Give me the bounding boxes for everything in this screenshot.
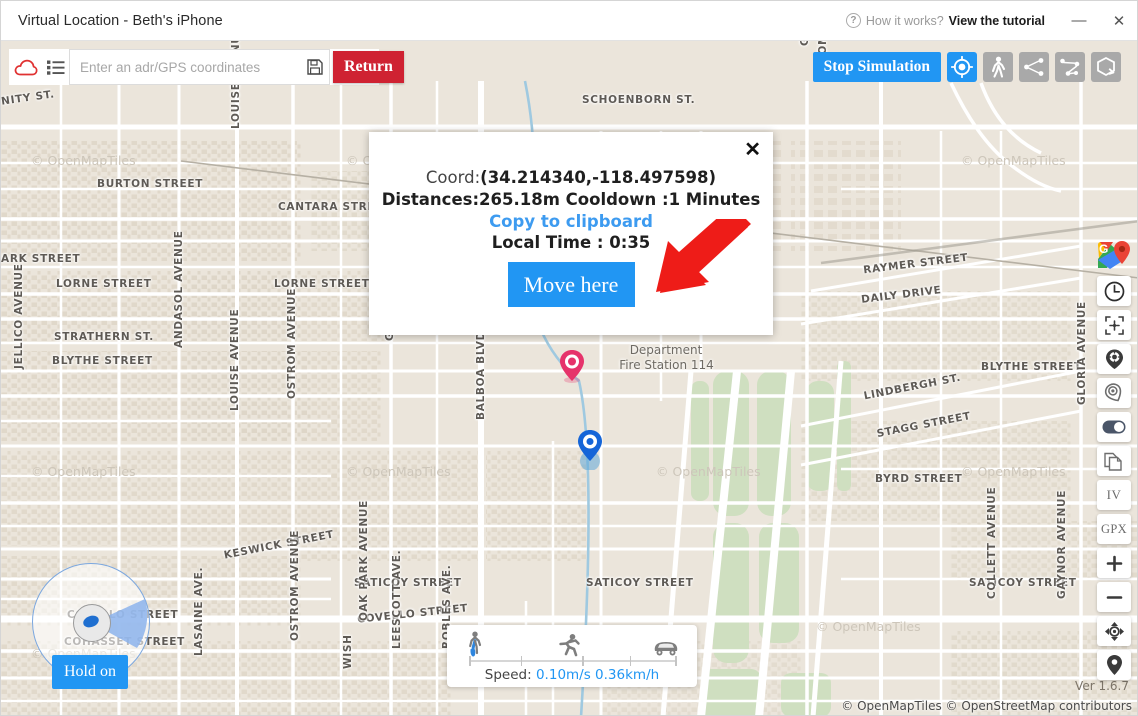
google-maps-icon: G (1098, 241, 1130, 269)
copy-pages-icon (1104, 452, 1122, 471)
how-it-works-label: How it works? (865, 13, 944, 28)
multi-spot-route-button[interactable] (1055, 52, 1085, 82)
title-bar-right: ? How it works? View the tutorial — ✕ (845, 1, 1137, 40)
loop-route-icon (1097, 56, 1115, 77)
save-location-button[interactable] (300, 49, 330, 85)
hold-on-button[interactable]: Hold on (52, 655, 128, 689)
list-icon[interactable] (43, 60, 69, 75)
popup-close-button[interactable]: ✕ (744, 140, 761, 160)
zoom-in-button[interactable] (1097, 548, 1131, 578)
search-toolbar: Return (9, 49, 404, 85)
multi-point-route-icon (1060, 58, 1080, 76)
gpx-button-label: GPX (1101, 521, 1127, 536)
google-maps-button[interactable]: G (1097, 238, 1131, 272)
target-mode-button[interactable] (947, 52, 977, 82)
move-here-button[interactable]: Move here (507, 262, 635, 307)
minus-icon (1106, 595, 1122, 599)
stop-simulation-button[interactable]: Stop Simulation (812, 52, 941, 82)
copy-to-clipboard-link[interactable]: Copy to clipboard (369, 212, 773, 231)
joystick-knob-indicator (81, 613, 101, 630)
history-button[interactable] (1097, 276, 1131, 306)
pin-remove-icon (1104, 383, 1122, 402)
map-pin-icon (1106, 655, 1122, 675)
slider-tick (582, 656, 584, 666)
plus-icon (1106, 555, 1122, 571)
loop-route-button[interactable] (1091, 52, 1121, 82)
window-controls: — ✕ (1059, 1, 1137, 40)
copy-button[interactable] (1097, 446, 1131, 476)
destination-marker[interactable] (559, 348, 585, 384)
iv-button[interactable]: IV (1097, 480, 1131, 510)
add-pin-button[interactable] (1097, 344, 1131, 374)
popup-distance-line: Distances:265.18m Cooldown :1 Minutes (381, 190, 761, 209)
pedestrian-icon (991, 56, 1006, 78)
version-label: Ver 1.6.7 (1075, 679, 1129, 693)
popup-local-time: Local Time : 0:35 (491, 233, 651, 252)
popup-coord-label: Coord: (425, 168, 481, 187)
speed-mode-icons (447, 625, 697, 657)
map-tools-sidebar: G IV GPX (1095, 238, 1133, 680)
popup-coord-value: (34.214340,-118.497598) (480, 168, 717, 187)
crosshair-target-icon (951, 56, 973, 78)
two-point-route-icon (1024, 58, 1044, 76)
help-area: ? How it works? View the tutorial (845, 13, 1045, 28)
current-location-marker[interactable] (575, 428, 605, 470)
toggle-button[interactable] (1097, 412, 1131, 442)
iv-button-label: IV (1106, 487, 1122, 502)
fit-bounds-button[interactable] (1097, 310, 1131, 340)
view-tutorial-link[interactable]: View the tutorial (949, 14, 1045, 28)
slider-tick (520, 656, 522, 666)
cloud-icon[interactable] (9, 59, 43, 76)
return-button[interactable]: Return (333, 51, 404, 83)
svg-text:G: G (1099, 242, 1108, 256)
speed-slider-track[interactable] (469, 656, 677, 666)
walking-person-icon[interactable] (465, 631, 485, 657)
map-attribution: © OpenMapTiles © OpenStreetMap contribut… (841, 699, 1132, 713)
close-button[interactable]: ✕ (1099, 1, 1137, 40)
slider-tick (675, 656, 677, 666)
recenter-button[interactable] (1097, 616, 1131, 646)
location-popup: ✕ Coord:(34.214340,-118.497598) Distance… (369, 132, 773, 335)
fit-frame-icon (1104, 315, 1124, 335)
question-mark-icon: ? (845, 13, 861, 28)
car-icon[interactable] (653, 639, 679, 657)
slider-tick (629, 656, 632, 666)
two-spot-route-button[interactable] (1019, 52, 1049, 82)
toggle-switch-icon (1102, 420, 1126, 434)
speed-prefix-label: Speed: (484, 667, 536, 683)
speed-readout: Speed: 0.10m/s 0.36km/h (447, 667, 697, 683)
running-person-icon[interactable] (557, 633, 581, 657)
gpx-button[interactable]: GPX (1097, 514, 1131, 544)
joystick-knob[interactable] (73, 604, 111, 642)
crosshair-icon (1104, 621, 1124, 641)
zoom-out-button[interactable] (1097, 582, 1131, 612)
window-title: Virtual Location - Beth's iPhone (18, 12, 223, 29)
speed-panel: Speed: 0.10m/s 0.36km/h (447, 625, 697, 687)
slider-tick (469, 656, 471, 666)
walk-mode-button[interactable] (983, 52, 1013, 82)
clock-icon (1104, 281, 1124, 301)
popup-coordinates-line: Coord:(34.214340,-118.497598) (369, 168, 773, 187)
locate-button[interactable] (1097, 650, 1131, 680)
remove-pin-button[interactable] (1097, 378, 1131, 408)
simulation-action-bar: Stop Simulation (812, 52, 1121, 82)
app-window: © OpenMapTiles © OpenMapTiles © OpenMapT… (0, 0, 1138, 716)
search-input[interactable] (69, 49, 300, 85)
title-bar: Virtual Location - Beth's iPhone ? How i… (1, 1, 1137, 41)
speed-value: 0.10m/s 0.36km/h (535, 667, 660, 683)
minimize-button[interactable]: — (1059, 1, 1099, 40)
pin-add-icon (1105, 349, 1123, 369)
